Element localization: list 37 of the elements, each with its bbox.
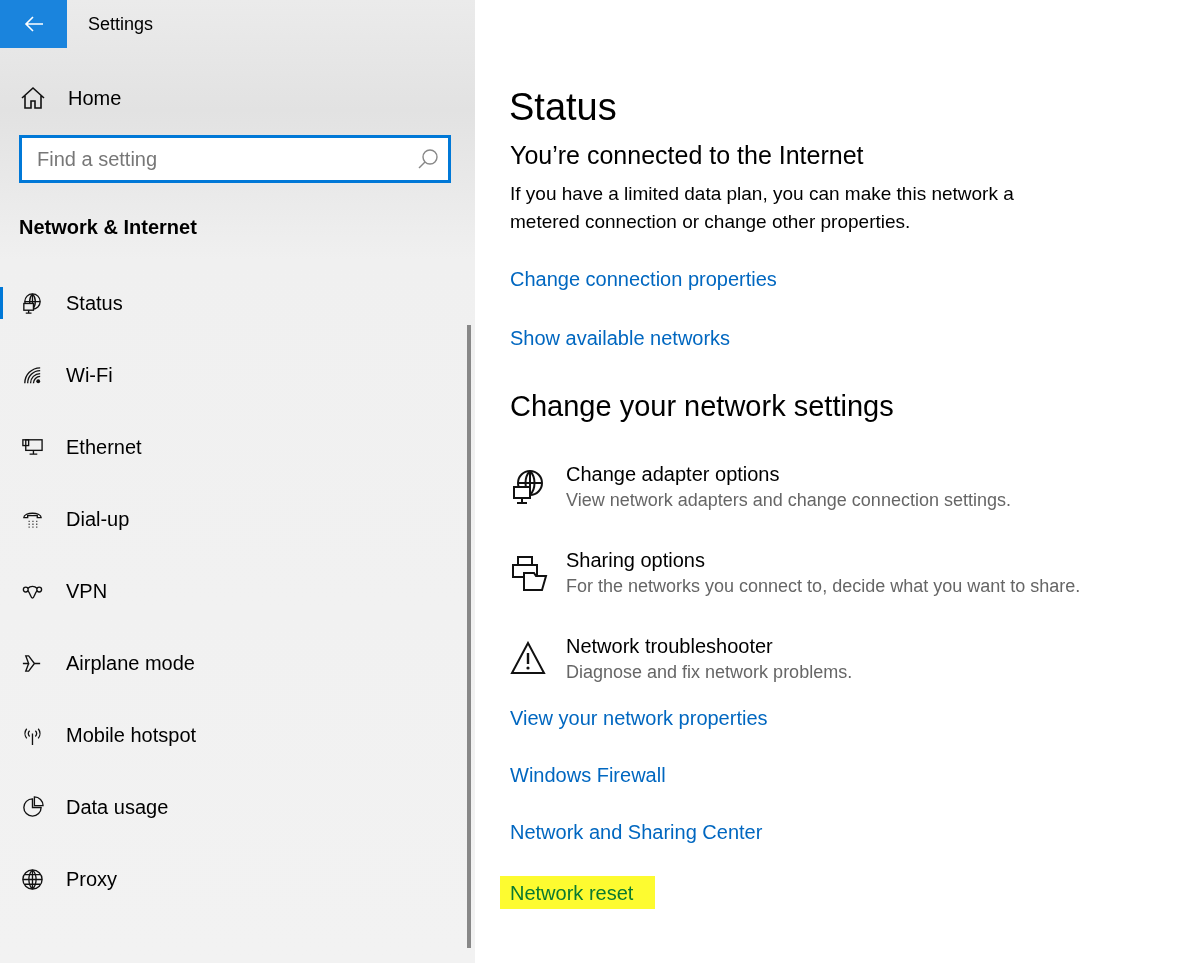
globe-icon — [19, 867, 45, 891]
section-heading: Network & Internet — [19, 216, 198, 239]
home-button[interactable]: Home — [20, 86, 122, 110]
scrollbar[interactable] — [467, 325, 471, 948]
highlighted-link[interactable]: Network reset — [500, 876, 656, 909]
back-button[interactable] — [0, 0, 67, 48]
link[interactable]: Windows Firewall — [510, 762, 666, 789]
link[interactable]: Show available networks — [510, 325, 731, 352]
nav-item[interactable]: VPN — [0, 575, 475, 607]
link[interactable]: Change connection properties — [510, 266, 777, 293]
section-heading: Change your network settings — [510, 390, 895, 423]
status-heading: You’re connected to the Internet — [510, 141, 865, 170]
search-field[interactable]: Find a setting — [19, 135, 451, 183]
nav-item[interactable]: Airplane mode — [0, 647, 475, 679]
nav-item[interactable]: Status — [0, 287, 475, 319]
nav-item[interactable]: Data usage — [0, 791, 475, 823]
nav-item[interactable]: Mobile hotspot — [0, 719, 475, 751]
option-title[interactable]: Sharing options — [566, 549, 1081, 572]
link[interactable]: Network and Sharing Center — [510, 819, 763, 846]
search-icon — [417, 148, 439, 170]
option-title[interactable]: Network troubleshooter — [566, 635, 853, 658]
link[interactable]: View your network properties — [510, 705, 768, 732]
printer-folder-icon — [510, 555, 548, 591]
status-description: If you have a limited data plan, you can make this network a metered connection or change other properties. — [510, 182, 1015, 234]
option-description: Diagnose and fix network problems. — [566, 662, 853, 683]
page-title: Status — [509, 86, 618, 129]
option-description: For the networks you connect to, decide what you want to share. — [566, 576, 1081, 597]
nav-item[interactable]: Proxy — [0, 863, 475, 895]
back-arrow-icon — [23, 16, 44, 32]
option-description: View network adapters and change connection settings. — [566, 490, 1011, 511]
nav-item[interactable]: Ethernet — [0, 431, 475, 463]
warning-icon — [510, 641, 548, 677]
window-title: Settings — [88, 13, 154, 35]
nav-item[interactable]: Dial-up — [0, 503, 475, 535]
nav-item[interactable]: Wi-Fi — [0, 359, 475, 391]
home-icon — [20, 86, 46, 110]
option-title[interactable]: Change adapter options — [566, 463, 1011, 486]
